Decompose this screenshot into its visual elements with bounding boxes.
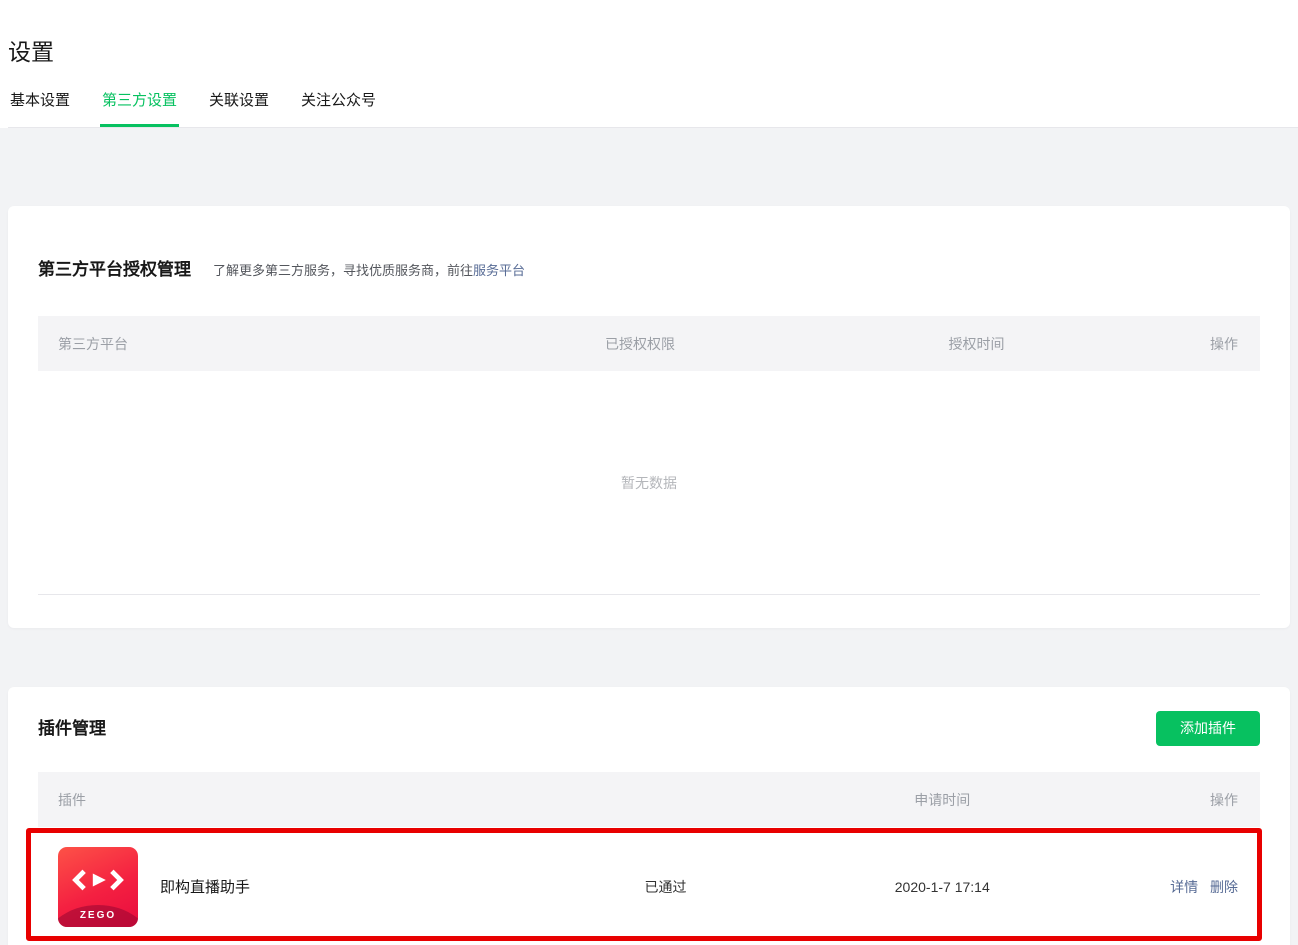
add-plugin-button[interactable]: 添加插件 [1156,711,1260,746]
auth-table-header: 第三方平台 已授权权限 授权时间 操作 [38,316,1260,371]
auth-card-description: 了解更多第三方服务，寻找优质服务商，前往服务平台 [213,260,525,279]
settings-tab-bar: 基本设置 第三方设置 关联设置 关注公众号 [8,91,1298,128]
plugin-status: 已通过 [644,878,687,895]
zego-icon-label: ZEGO [79,909,117,921]
plugin-delete-link[interactable]: 删除 [1210,879,1238,895]
auth-col-actions: 操作 [1209,335,1238,352]
auth-col-permissions: 已授权权限 [605,335,675,352]
auth-table-empty-state: 暂无数据 [38,371,1260,595]
page-header: 设置 基本设置 第三方设置 关联设置 关注公众号 [0,0,1298,128]
tab-association-settings[interactable]: 关联设置 [207,91,271,127]
zego-plugin-icon: ZEGO [58,846,138,927]
content-area: 第三方平台授权管理 了解更多第三方服务，寻找优质服务商，前往服务平台 第三方平台… [0,128,1298,945]
plugin-cell: ZEGO 即构直播助手 [38,846,625,927]
code-play-icon [58,869,138,891]
plugin-col-plugin: 插件 [58,791,86,808]
plugin-detail-link[interactable]: 详情 [1170,879,1198,895]
settings-page: 设置 基本设置 第三方设置 关联设置 关注公众号 第三方平台授权管理 了解更多第… [0,0,1298,945]
auth-description-text: 了解更多第三方服务，寻找优质服务商，前往 [213,263,474,278]
plugin-management-card: 插件管理 添加插件 插件 申请时间 操作 ZEGO 即构直播助手 已通过 202… [8,687,1290,945]
third-party-auth-card: 第三方平台授权管理 了解更多第三方服务，寻找优质服务商，前往服务平台 第三方平台… [8,206,1290,628]
plugin-card-header: 插件管理 添加插件 [38,687,1260,746]
plugin-actions-cell: 详情 删除 [1052,877,1260,897]
auth-col-time: 授权时间 [948,335,1005,352]
service-platform-link[interactable]: 服务平台 [473,263,525,278]
auth-card-header: 第三方平台授权管理 了解更多第三方服务，寻找优质服务商，前往服务平台 [38,206,1260,282]
plugin-card-title: 插件管理 [38,718,106,738]
plugin-apply-time: 2020-1-7 17:14 [894,878,990,895]
plugin-col-actions: 操作 [1209,791,1238,808]
table-row: ZEGO 即构直播助手 已通过 2020-1-7 17:14 详情 删除 [38,827,1260,945]
plugin-table-header: 插件 申请时间 操作 [38,772,1260,827]
tab-follow-official-account[interactable]: 关注公众号 [299,91,378,127]
auth-table: 第三方平台 已授权权限 授权时间 操作 暂无数据 [38,316,1260,595]
auth-card-title: 第三方平台授权管理 [38,260,191,279]
tab-third-party-settings[interactable]: 第三方设置 [100,91,180,127]
plugin-name: 即构直播助手 [160,879,251,896]
page-title: 设置 [8,39,54,65]
auth-col-platform: 第三方平台 [58,335,128,352]
tab-basic-settings[interactable]: 基本设置 [8,91,72,127]
plugin-table: 插件 申请时间 操作 ZEGO 即构直播助手 已通过 2020-1-7 17:1… [38,772,1260,945]
plugin-col-apply-time: 申请时间 [914,791,971,808]
